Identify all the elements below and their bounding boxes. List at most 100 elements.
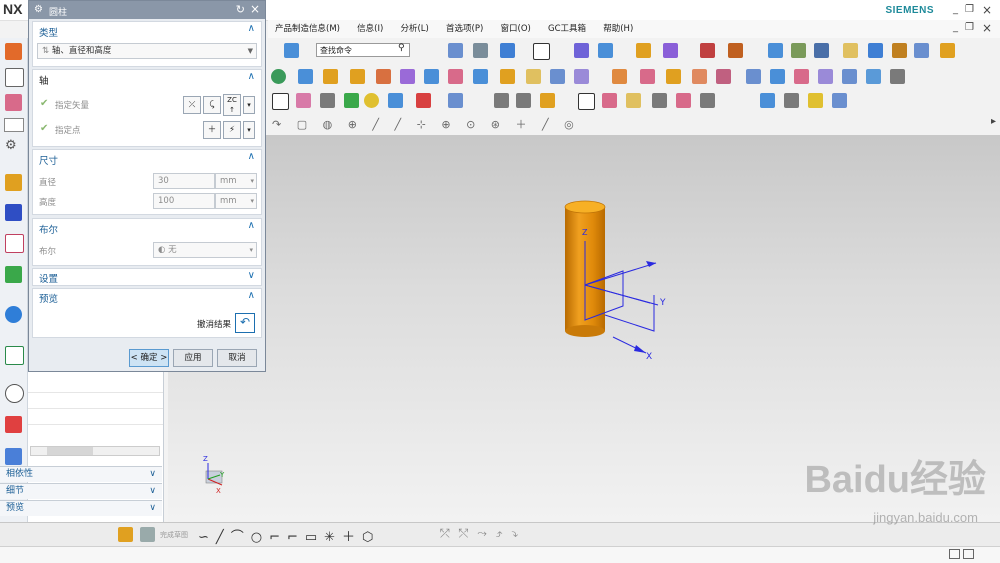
pin-icon[interactable] <box>494 93 509 108</box>
hole-icon[interactable] <box>350 69 365 84</box>
tools-icon[interactable] <box>940 43 955 58</box>
paint-icon[interactable] <box>892 43 907 58</box>
scrollbar-thumb[interactable] <box>47 447 93 455</box>
bolt-icon[interactable] <box>784 93 799 108</box>
dialog-title-bar[interactable]: ⚙ 圆柱 ↻ × <box>29 1 265 19</box>
menu-item-preferences[interactable]: 首选项(P) <box>446 22 483 34</box>
vector-dialog-button[interactable]: ⤫ <box>183 96 201 114</box>
table-icon[interactable] <box>602 93 617 108</box>
menu-item-gc-toolbox[interactable]: GC工具箱 <box>548 22 586 34</box>
history-icon[interactable] <box>5 266 22 283</box>
constraint-icon[interactable] <box>5 204 22 221</box>
nav-section-details[interactable]: 细节 ∨ <box>0 483 162 499</box>
sketch-flag-icon[interactable] <box>118 527 133 542</box>
horizontal-scrollbar[interactable] <box>30 446 160 456</box>
sheet-icon[interactable] <box>626 93 641 108</box>
dialog-close-icon[interactable]: × <box>250 2 260 16</box>
height-input[interactable]: 100 <box>153 193 215 209</box>
diameter-unit-select[interactable]: mm ▾ <box>215 173 257 189</box>
chevron-up-icon[interactable]: ∧ <box>248 220 255 231</box>
layer-settings-icon[interactable] <box>791 43 806 58</box>
note-icon[interactable] <box>676 93 691 108</box>
sync-icon[interactable] <box>612 69 627 84</box>
chevron-down-icon[interactable]: ∨ <box>149 501 156 516</box>
plane-icon[interactable] <box>448 93 463 108</box>
vector-dropdown[interactable]: ▾ <box>243 96 255 114</box>
command-search-input[interactable]: 查找命令 <box>316 43 410 57</box>
revolve-icon[interactable] <box>323 69 338 84</box>
chevron-down-icon[interactable]: ∨ <box>149 484 156 499</box>
triangle-icon[interactable] <box>578 93 595 110</box>
measure-icon[interactable] <box>700 43 715 58</box>
doc-close-icon[interactable]: × <box>982 21 992 35</box>
point-dropdown[interactable]: ▾ <box>243 121 255 139</box>
search-icon[interactable]: ⚲ <box>398 43 405 53</box>
view-fit-icon[interactable] <box>448 43 463 58</box>
zc-vector-button[interactable]: ZC ↑ <box>223 94 241 116</box>
filter-icon[interactable] <box>663 43 678 58</box>
spring-icon[interactable] <box>842 69 857 84</box>
roles-icon[interactable] <box>5 43 22 60</box>
status-window-icon[interactable] <box>949 549 960 559</box>
info-icon[interactable] <box>5 306 22 323</box>
point-dialog-button[interactable]: ＋ <box>203 121 221 139</box>
block-icon[interactable] <box>284 43 299 58</box>
tolerance-icon[interactable] <box>700 93 715 108</box>
part-navigator-icon[interactable] <box>5 68 24 87</box>
cancel-button[interactable]: 取消 <box>217 349 257 367</box>
restore-icon[interactable]: ❐ <box>965 4 974 15</box>
menu-item-help[interactable]: 帮助(H) <box>603 22 633 34</box>
type-select[interactable]: ⇅ 轴、直径和高度 ▼ <box>37 43 257 59</box>
close-icon[interactable]: × <box>982 3 992 17</box>
cylinder-tool-icon[interactable] <box>760 93 775 108</box>
render-style-icon[interactable] <box>500 43 515 58</box>
nav-section-dependencies[interactable]: 相依性 ∨ <box>0 466 162 482</box>
view-rotate-icon[interactable] <box>473 43 488 58</box>
menu-item-info[interactable]: 信息(I) <box>357 22 383 34</box>
tape-icon[interactable] <box>808 93 823 108</box>
colors-icon[interactable] <box>914 43 929 58</box>
spring-coil-icon[interactable] <box>832 93 847 108</box>
palette-icon[interactable] <box>5 416 22 433</box>
menu-item-analysis[interactable]: 分析(L) <box>400 22 428 34</box>
sketch-constraint-icons[interactable]: ⤱⤲⤳⤴⤵ <box>440 526 527 541</box>
feature-icon[interactable] <box>540 93 555 108</box>
height-unit-select[interactable]: mm ▾ <box>215 193 257 209</box>
datum-icon[interactable] <box>388 93 403 108</box>
hammer-icon[interactable] <box>868 43 883 58</box>
eraser-icon[interactable] <box>5 94 22 111</box>
move-face-icon[interactable] <box>692 69 707 84</box>
diameter-input[interactable]: 30 <box>153 173 215 189</box>
menu-item-window[interactable]: 窗口(O) <box>501 22 531 34</box>
snap-icon[interactable] <box>636 43 651 58</box>
chevron-up-icon[interactable]: ∧ <box>248 290 255 301</box>
reuse-library-icon[interactable] <box>5 234 24 253</box>
csv-icon[interactable] <box>272 93 289 110</box>
chamfer-icon[interactable] <box>424 69 439 84</box>
sweep-icon[interactable] <box>794 69 809 84</box>
edit-icon[interactable] <box>843 43 858 58</box>
surface-icon[interactable] <box>746 69 761 84</box>
snap-point-icons[interactable]: ↷ ▢ ◍ ⊕ ╱ ╱ ⊹ ⊕ ⊙ ⊛ ＋ ╱ ◎ <box>272 116 580 132</box>
status-fullscreen-icon[interactable] <box>963 549 974 559</box>
sphere-icon[interactable] <box>364 93 379 108</box>
reset-icon[interactable]: ↻ <box>236 3 245 16</box>
assembly-icon[interactable] <box>5 174 22 191</box>
chevron-up-icon[interactable]: ∧ <box>248 151 255 162</box>
ok-button[interactable]: < 确定 > <box>129 349 169 367</box>
background-icon[interactable] <box>533 43 550 60</box>
offset-icon[interactable] <box>640 69 655 84</box>
orient-icon[interactable] <box>598 43 613 58</box>
view-icon[interactable] <box>652 93 667 108</box>
section-icon[interactable] <box>574 43 589 58</box>
replace-icon[interactable] <box>666 69 681 84</box>
toolbar-overflow-icon[interactable]: ▸ <box>991 116 996 127</box>
trim-icon[interactable] <box>526 69 541 84</box>
dialog-gear-icon[interactable]: ⚙ <box>34 4 43 15</box>
layer-icon[interactable] <box>768 43 783 58</box>
shell-icon[interactable] <box>550 69 565 84</box>
doc-restore-icon[interactable]: ❐ <box>965 22 974 33</box>
chevron-up-icon[interactable]: ∧ <box>248 23 255 34</box>
chevron-up-icon[interactable]: ∧ <box>248 71 255 82</box>
settings-section[interactable]: 设置 ∨ <box>32 268 262 286</box>
